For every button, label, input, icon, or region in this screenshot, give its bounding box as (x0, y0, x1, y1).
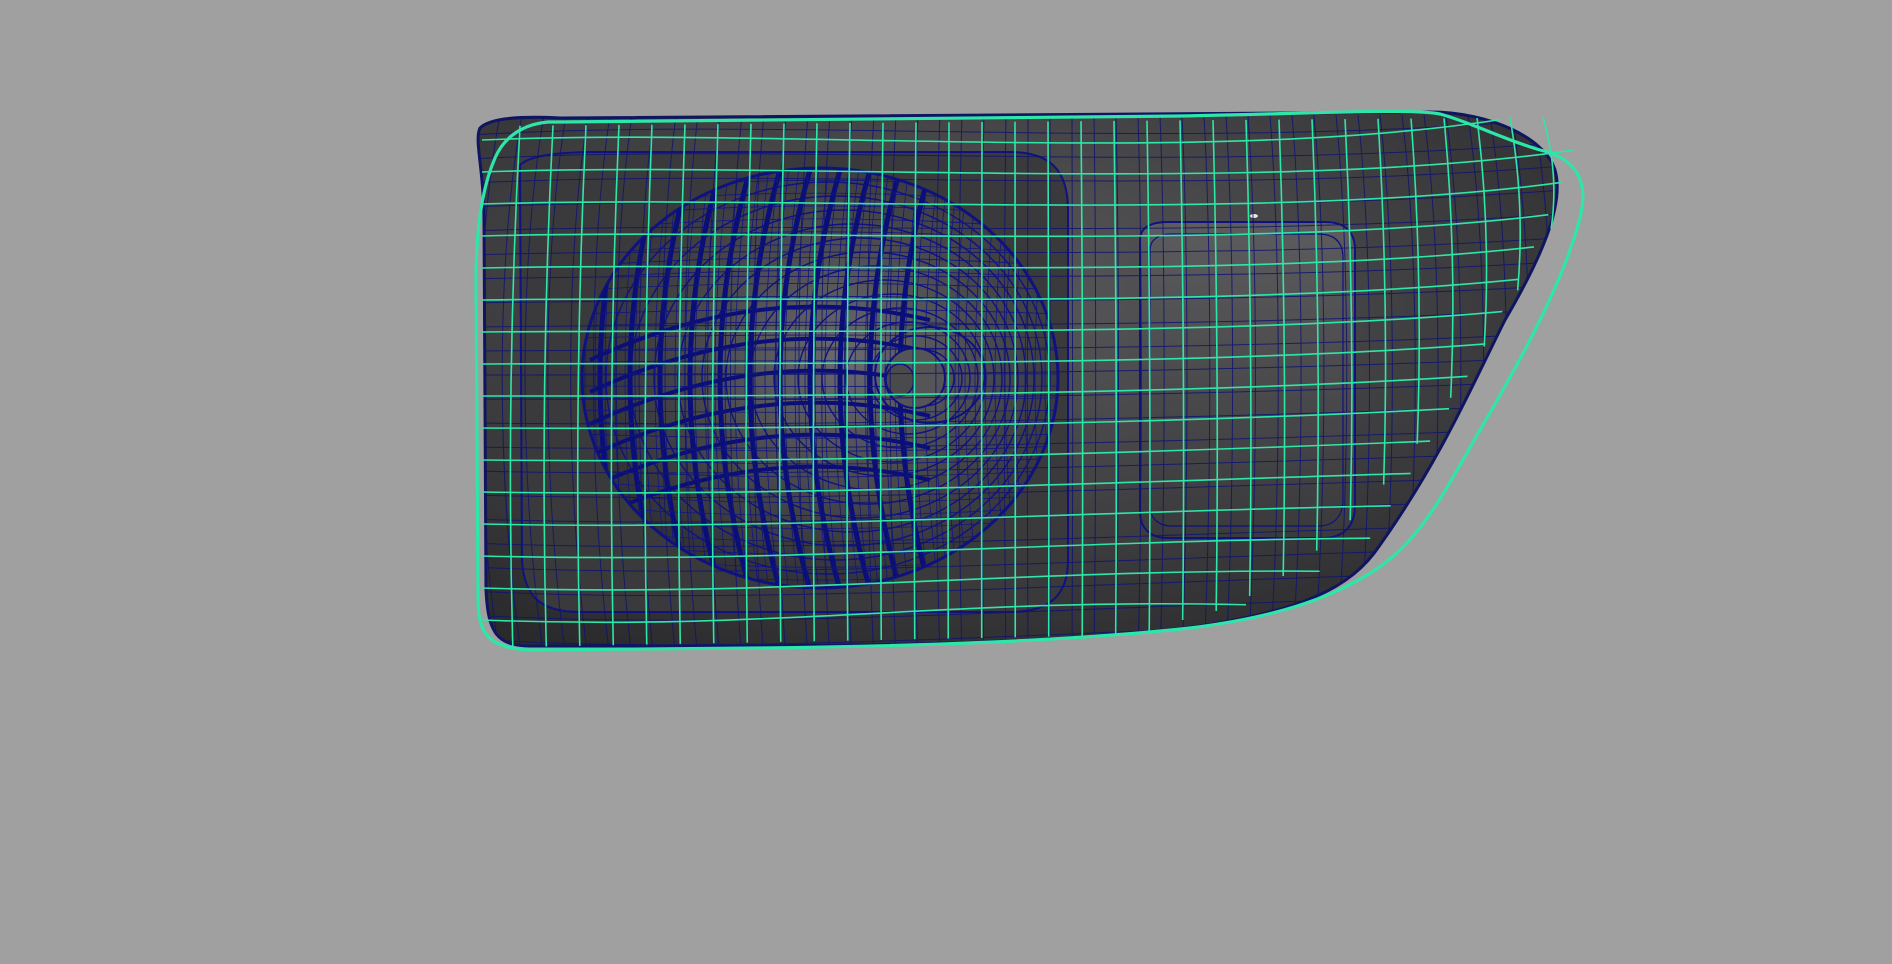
cage-line-v (947, 122, 950, 639)
viewport-canvas[interactable] (0, 0, 1892, 964)
cage-line-v (1047, 121, 1050, 637)
mesh-line-v (1555, 114, 1558, 646)
3d-viewport[interactable] (0, 0, 1892, 964)
